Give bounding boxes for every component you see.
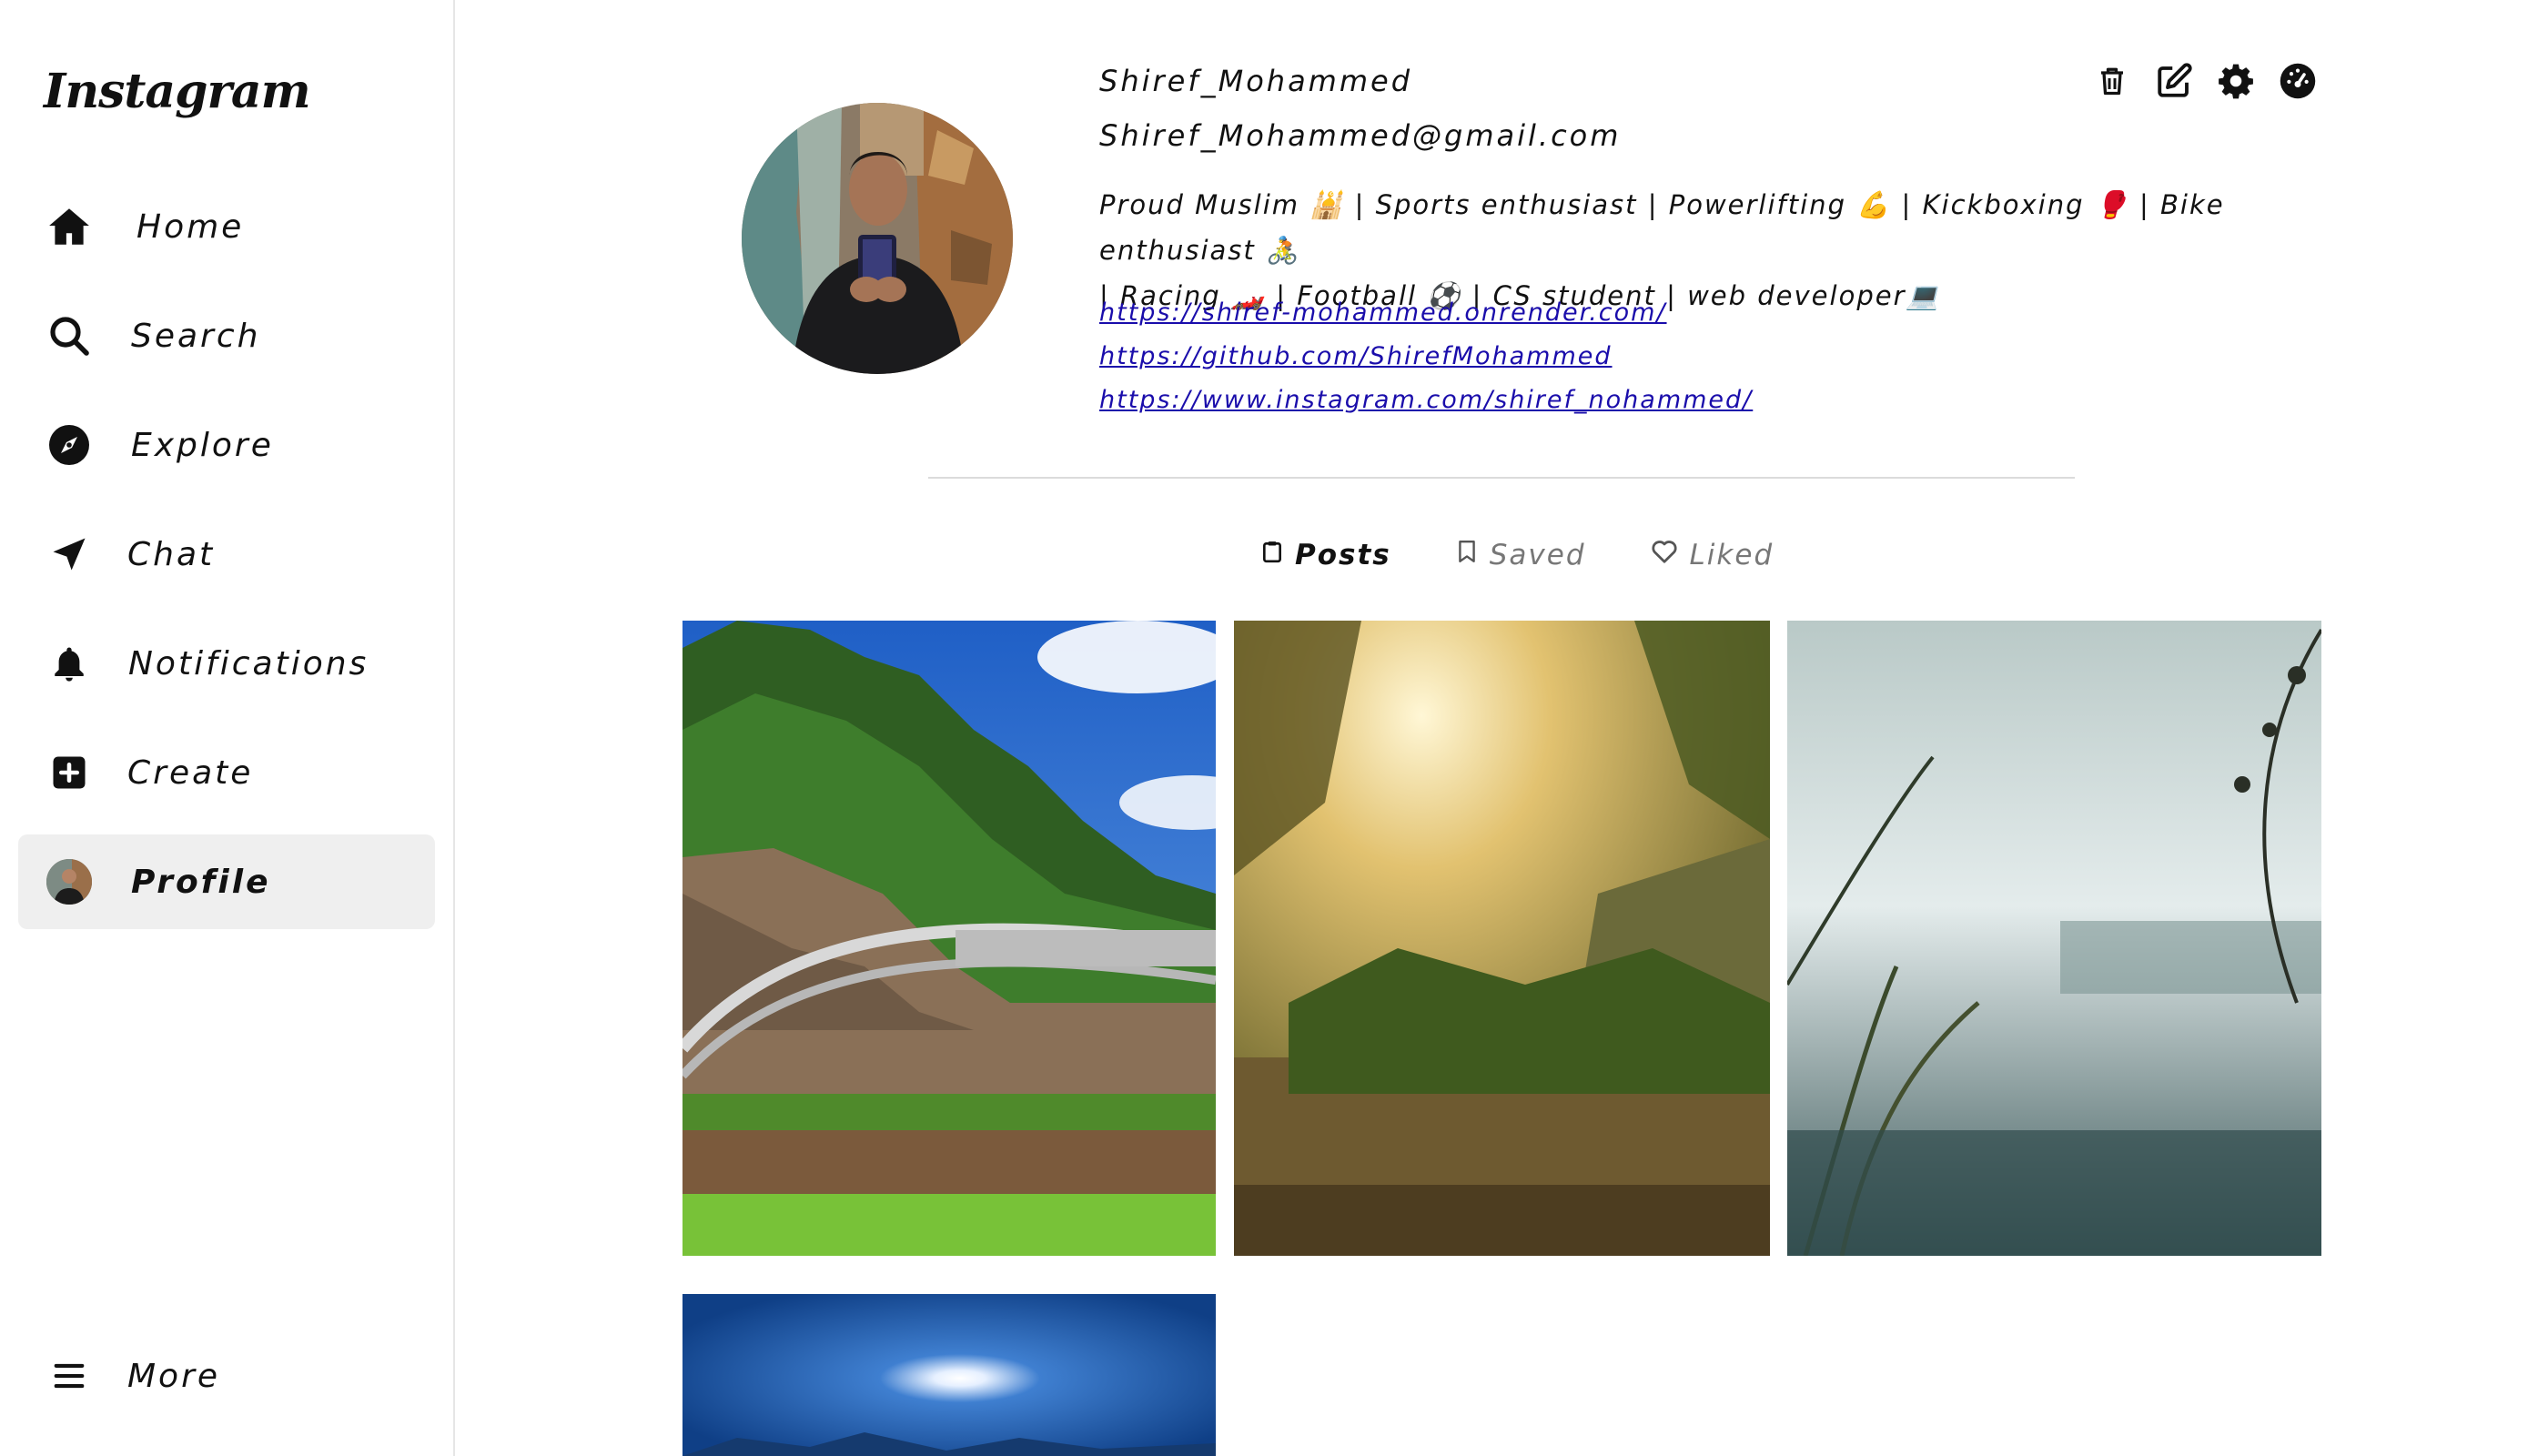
hamburger-icon: [44, 1350, 95, 1401]
night-sky-photo: [682, 1294, 1216, 1456]
tab-liked[interactable]: Liked: [1650, 537, 1774, 573]
sidebar-item-label: Explore: [131, 426, 274, 464]
avatar: [44, 856, 95, 907]
sidebar-item-more[interactable]: More: [18, 1329, 435, 1423]
instagram-link[interactable]: https://www.instagram.com/shiref_nohamme…: [1099, 379, 2191, 422]
profile-username: Shiref_Mohammed: [1099, 64, 1413, 98]
tab-label: Posts: [1295, 539, 1391, 571]
sidebar-item-label: Search: [131, 317, 261, 355]
profile-email: Shiref_Mohammed@gmail.com: [1099, 118, 1622, 153]
website-link[interactable]: https://shiref-mohammed.onrender.com/: [1099, 291, 2191, 335]
trash-icon[interactable]: [2093, 60, 2131, 102]
github-link[interactable]: https://github.com/ShirefMohammed: [1099, 335, 2191, 379]
tab-label: Liked: [1689, 539, 1774, 571]
sidebar-item-chat[interactable]: Chat: [18, 507, 435, 602]
profile-actions: [2093, 60, 2317, 102]
more-label: More: [127, 1357, 221, 1395]
instagram-logo[interactable]: Instagram: [44, 64, 311, 119]
plus-square-icon: [44, 747, 95, 798]
profile-tabs: Posts Saved Liked: [1260, 537, 1774, 573]
post-tile[interactable]: [1787, 621, 2321, 1256]
sunlit-forest-photo: [1234, 621, 1770, 1256]
dashboard-icon[interactable]: [2279, 60, 2317, 102]
sidebar-item-explore[interactable]: Explore: [18, 398, 435, 492]
post-tile[interactable]: [1234, 621, 1770, 1256]
post-tile[interactable]: [682, 1294, 1216, 1456]
profile-links: https://shiref-mohammed.onrender.com/ ht…: [1099, 291, 2191, 422]
sidebar-item-create[interactable]: Create: [18, 725, 435, 820]
search-icon: [44, 310, 95, 361]
misty-lake-photo: [1787, 621, 2321, 1256]
edit-icon[interactable]: [2155, 60, 2193, 102]
heart-icon: [1650, 538, 1679, 572]
gear-icon[interactable]: [2217, 60, 2255, 102]
sidebar: Instagram Home Search Explore Chat Notif…: [0, 0, 455, 1456]
sidebar-item-label: Notifications: [128, 644, 369, 682]
sidebar-item-home[interactable]: Home: [18, 179, 435, 274]
sidebar-item-profile[interactable]: Profile: [18, 834, 435, 929]
divider: [928, 477, 2075, 479]
sidebar-item-label: Chat: [127, 535, 216, 573]
home-icon: [44, 201, 95, 252]
bridge-forest-photo: [682, 621, 1216, 1256]
sidebar-item-label: Home: [136, 207, 245, 246]
sidebar-item-notifications[interactable]: Notifications: [18, 616, 435, 711]
tab-posts[interactable]: Posts: [1260, 537, 1391, 573]
sidebar-item-label: Create: [127, 753, 254, 792]
post-tile[interactable]: [682, 621, 1216, 1256]
bio-line: Proud Muslim 🕌 | Sports enthusiast | Pow…: [1099, 189, 2225, 266]
tab-label: Saved: [1489, 539, 1586, 571]
compass-icon: [44, 420, 95, 470]
bell-icon: [44, 638, 95, 689]
tab-saved[interactable]: Saved: [1455, 537, 1586, 573]
bookmark-icon: [1455, 537, 1479, 573]
clipboard-icon: [1260, 537, 1284, 573]
sidebar-item-label: Profile: [131, 863, 271, 901]
send-icon: [44, 529, 95, 580]
profile-avatar[interactable]: [742, 103, 1013, 374]
sidebar-item-search[interactable]: Search: [18, 288, 435, 383]
